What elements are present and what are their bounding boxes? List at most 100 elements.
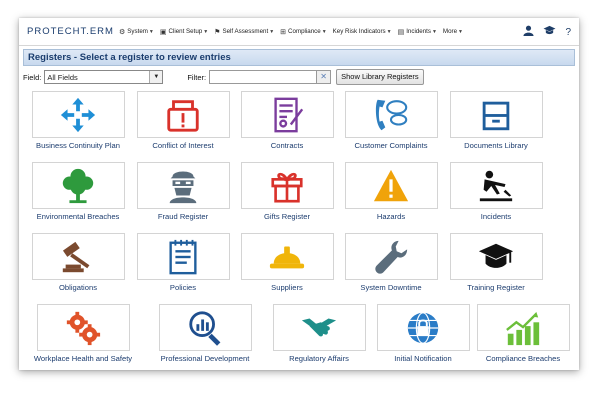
register-policies[interactable]: Policies — [133, 233, 233, 292]
register-obligations[interactable]: Obligations — [28, 233, 128, 292]
register-tile[interactable] — [344, 233, 438, 280]
register-tile[interactable] — [449, 91, 543, 138]
register-suppliers[interactable]: Suppliers — [237, 233, 337, 292]
register-label[interactable]: Conflict of Interest — [133, 141, 233, 150]
tree-icon — [62, 168, 94, 203]
register-label[interactable]: Fraud Register — [133, 212, 233, 221]
register-fraud-register[interactable]: Fraud Register — [133, 162, 233, 221]
register-tile[interactable] — [136, 91, 230, 138]
menu-incidents[interactable]: ▤ Incidents ▼ — [398, 28, 437, 36]
register-label[interactable]: Gifts Register — [237, 212, 337, 221]
menu-label: Client Setup — [168, 28, 203, 35]
menu-key-risk-indicators[interactable]: Key Risk Indicators ▼ — [333, 28, 392, 35]
register-tile[interactable] — [136, 233, 230, 280]
register-gifts-register[interactable]: Gifts Register — [237, 162, 337, 221]
register-label[interactable]: Professional Development — [150, 354, 260, 363]
register-regulatory-affairs[interactable]: Regulatory Affairs — [269, 304, 369, 363]
register-tile[interactable] — [240, 91, 334, 138]
register-tile[interactable] — [344, 162, 438, 209]
register-customer-complaints[interactable]: Customer Complaints — [341, 91, 441, 150]
menu-self-assessment[interactable]: ⚑ Self Assessment ▼ — [214, 28, 274, 36]
register-conflict-of-interest[interactable]: Conflict of Interest — [133, 91, 233, 150]
register-tile[interactable] — [344, 91, 438, 138]
register-label[interactable]: Customer Complaints — [341, 141, 441, 150]
compliance-icon: ⊞ — [280, 28, 287, 36]
show-library-registers-button[interactable]: Show Library Registers — [336, 69, 424, 85]
menu-label: Key Risk Indicators — [332, 28, 386, 35]
register-label[interactable]: Environmental Breaches — [28, 212, 128, 221]
menu-system[interactable]: ⚙ System ▼ — [119, 28, 154, 36]
register-system-downtime[interactable]: System Downtime — [341, 233, 441, 292]
register-tile[interactable] — [272, 304, 366, 351]
register-tile[interactable] — [31, 162, 125, 209]
register-tile[interactable] — [376, 304, 470, 351]
register-tile[interactable] — [31, 91, 125, 138]
menu-label: Incidents — [406, 28, 431, 35]
register-tile[interactable] — [449, 233, 543, 280]
register-label[interactable]: Compliance Breaches — [471, 354, 575, 363]
register-tile[interactable] — [136, 162, 230, 209]
register-label[interactable]: Initial Notification — [373, 354, 473, 363]
menu-more[interactable]: More ▼ — [443, 28, 463, 35]
run-icon: ⚑ — [214, 28, 221, 36]
register-tile[interactable] — [240, 233, 334, 280]
register-label[interactable]: Training Register — [446, 283, 546, 292]
file-cabinet-icon — [482, 101, 510, 130]
register-tile[interactable] — [449, 162, 543, 209]
register-label[interactable]: Business Continuity Plan — [28, 141, 128, 150]
register-documents-library[interactable]: Documents Library — [446, 91, 546, 150]
caret-down-icon: ▼ — [431, 28, 437, 35]
register-hazards[interactable]: Hazards — [341, 162, 441, 221]
app-logo: PROTECHT.ERM — [27, 26, 114, 37]
register-initial-notification[interactable]: Initial Notification — [373, 304, 473, 363]
register-business-continuity-plan[interactable]: Business Continuity Plan — [28, 91, 128, 150]
register-label[interactable]: Documents Library — [446, 141, 546, 150]
register-tile[interactable] — [36, 304, 130, 351]
menu-label: System — [127, 28, 148, 35]
menu-client-setup[interactable]: ▣ Client Setup ▼ — [160, 28, 208, 36]
register-label[interactable]: Regulatory Affairs — [269, 354, 369, 363]
help-icon[interactable]: ? — [565, 27, 571, 38]
filter-input[interactable] — [209, 70, 318, 84]
register-label[interactable]: Incidents — [446, 212, 546, 221]
register-professional-development[interactable]: Professional Development — [150, 304, 260, 363]
top-right-tools: ? — [514, 25, 571, 39]
register-tile[interactable] — [158, 304, 252, 351]
menu-label: More — [442, 28, 458, 35]
register-incidents[interactable]: Incidents — [446, 162, 546, 221]
notepad-icon — [169, 239, 197, 274]
menu-label: Compliance — [288, 28, 321, 35]
graduation-cap-icon[interactable] — [543, 25, 556, 39]
wrench-icon — [375, 240, 408, 274]
register-label[interactable]: System Downtime — [341, 283, 441, 292]
chevron-down-icon[interactable]: ▼ — [149, 71, 163, 83]
register-tile[interactable] — [31, 233, 125, 280]
register-label[interactable]: Workplace Health and Safety — [28, 354, 138, 363]
caret-down-icon: ▼ — [321, 28, 327, 35]
magnifier-chart-icon — [189, 310, 221, 346]
register-label[interactable]: Obligations — [28, 283, 128, 292]
clear-filter-icon[interactable]: ✕ — [317, 70, 332, 84]
globe-lock-icon — [407, 311, 439, 344]
register-contracts[interactable]: Contracts — [237, 91, 337, 150]
register-environmental-breaches[interactable]: Environmental Breaches — [28, 162, 128, 221]
phone-chat-icon — [375, 99, 408, 130]
field-select[interactable]: All Fields ▼ — [44, 70, 164, 84]
slip-fall-icon — [479, 170, 513, 201]
user-icon[interactable] — [523, 25, 534, 39]
register-tile[interactable] — [476, 304, 570, 351]
register-label[interactable]: Suppliers — [237, 283, 337, 292]
gears-icon — [66, 311, 101, 345]
clipboard-icon: ▣ — [159, 28, 167, 36]
register-workplace-health-and-safety[interactable]: Workplace Health and Safety — [28, 304, 138, 363]
caret-down-icon: ▼ — [386, 28, 392, 35]
field-label: Field: — [23, 72, 42, 82]
register-training-register[interactable]: Training Register — [446, 233, 546, 292]
caret-down-icon: ▼ — [148, 28, 154, 35]
register-label[interactable]: Hazards — [341, 212, 441, 221]
menu-compliance[interactable]: ⊞ Compliance ▼ — [280, 28, 327, 36]
register-tile[interactable] — [240, 162, 334, 209]
register-label[interactable]: Policies — [133, 283, 233, 292]
register-compliance-breaches[interactable]: Compliance Breaches — [471, 304, 575, 363]
register-label[interactable]: Contracts — [237, 141, 337, 150]
